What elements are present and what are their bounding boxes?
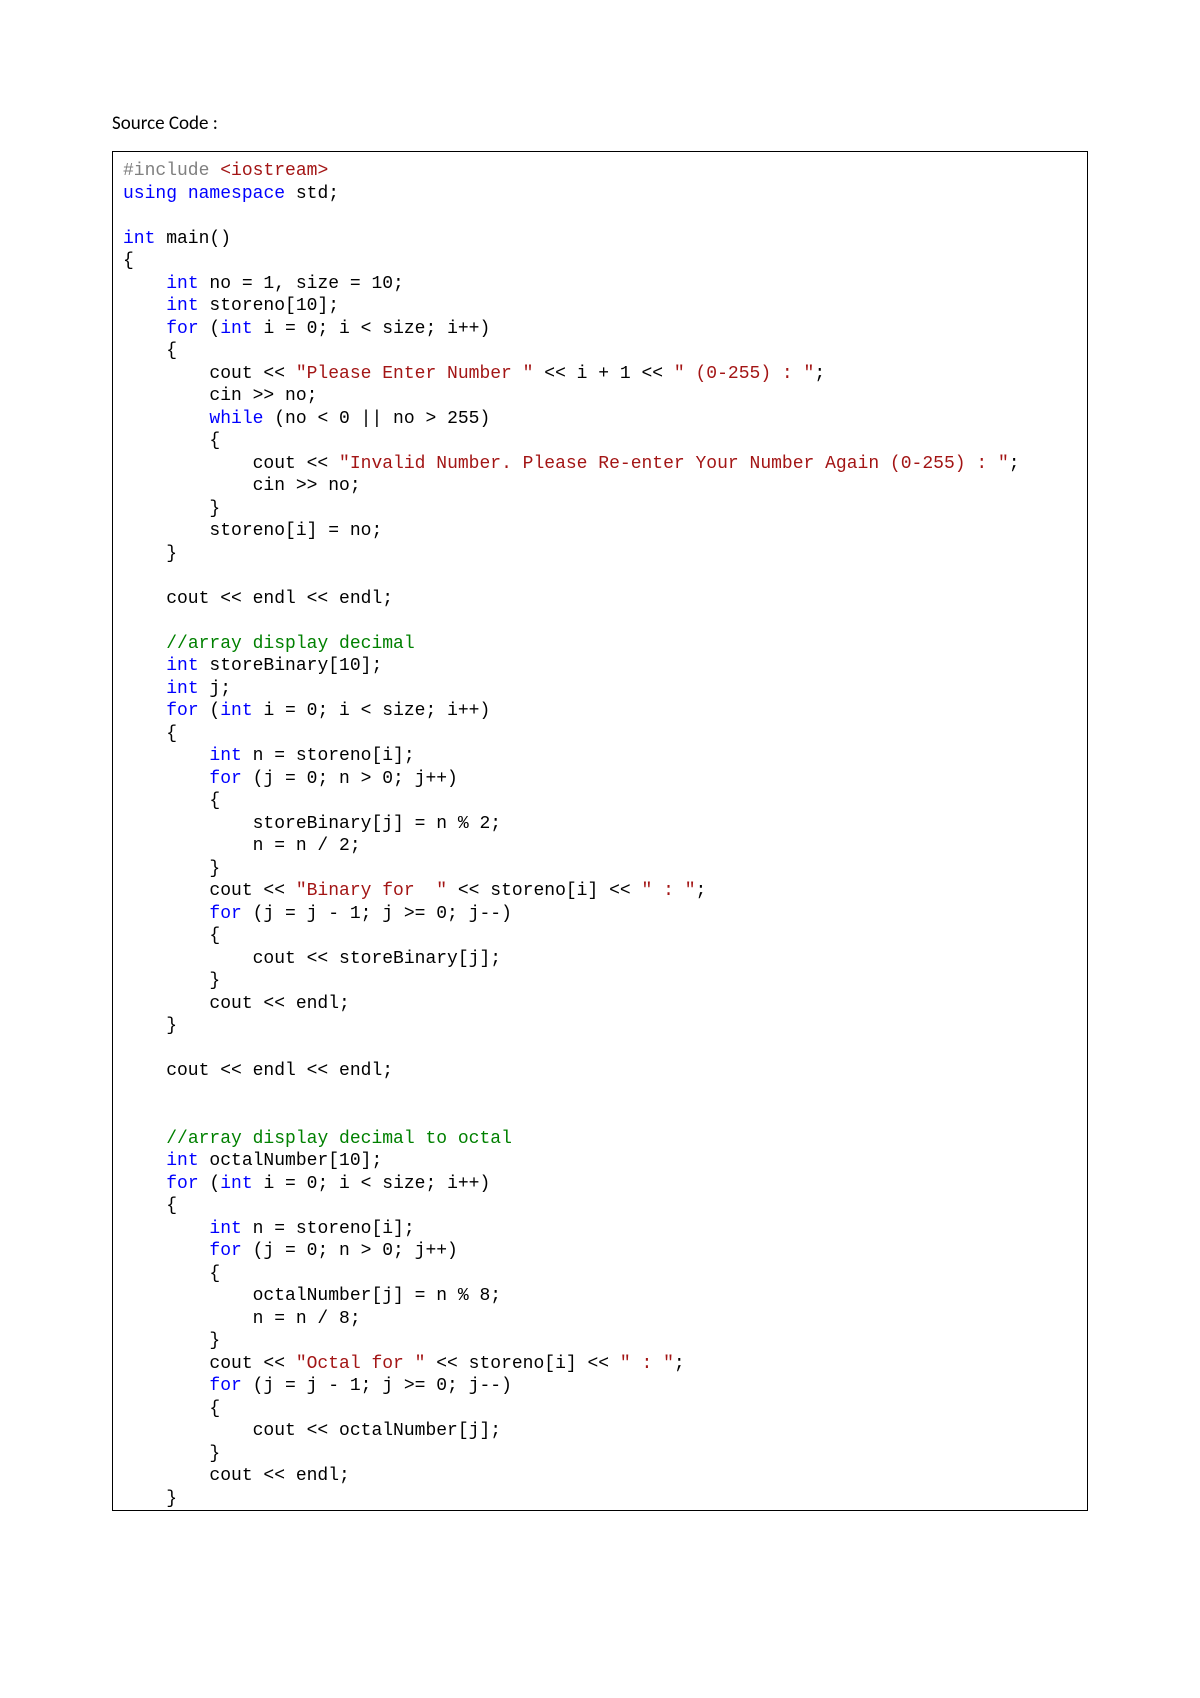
code-token: " : " <box>620 1354 674 1374</box>
code-token: int <box>123 229 155 249</box>
code-token: for <box>209 1241 241 1261</box>
code-token: int <box>220 1174 252 1194</box>
code-token: for <box>166 1174 198 1194</box>
code-token: for <box>166 701 198 721</box>
document-page: Source Code : #include <iostream> using … <box>0 0 1200 1698</box>
code-token: int <box>220 319 252 339</box>
code-token: for <box>209 1376 241 1396</box>
code-token: int <box>220 701 252 721</box>
code-token: " (0-255) : " <box>674 364 814 384</box>
code-token: //array display decimal <box>166 634 414 654</box>
code-token: while <box>209 409 263 429</box>
section-heading: Source Code : <box>112 112 1088 135</box>
code-token: int <box>166 679 198 699</box>
code-token: int <box>166 296 198 316</box>
code-token: //array display decimal to octal <box>166 1129 512 1149</box>
code-token: #include <box>123 161 209 181</box>
code-token: int <box>166 1151 198 1171</box>
code-token: "Invalid Number. Please Re-enter Your Nu… <box>339 454 1009 474</box>
code-token: <iostream> <box>220 161 328 181</box>
code-token: "Octal for " <box>296 1354 426 1374</box>
code-token: "Please Enter Number " <box>296 364 534 384</box>
code-token: namespace <box>188 184 285 204</box>
code-token: for <box>209 904 241 924</box>
code-listing: #include <iostream> using namespace std;… <box>112 151 1088 1511</box>
code-token: using <box>123 184 177 204</box>
code-token: int <box>209 746 241 766</box>
code-token: int <box>166 656 198 676</box>
code-token: for <box>209 769 241 789</box>
code-token: " : " <box>642 881 696 901</box>
code-token: for <box>166 319 198 339</box>
code-token: int <box>166 274 198 294</box>
code-token: "Binary for " <box>296 881 447 901</box>
code-token: int <box>209 1219 241 1239</box>
